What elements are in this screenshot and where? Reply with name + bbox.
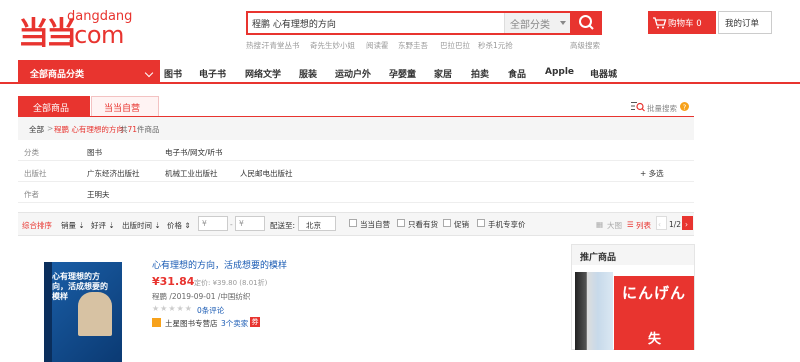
product-meta[interactable]: 程鹏 /2019-09-01 /中国纺织 [152,291,250,302]
hot-search-link[interactable]: 巴拉巴拉 [440,40,470,51]
checkbox-label[interactable]: 只看有货 [408,219,438,230]
batch-search-icon [631,102,645,112]
nav-item-web-literature[interactable]: 网络文学 [245,67,281,80]
cart-icon [653,17,667,29]
nav-item-ebooks[interactable]: 电子书 [199,67,226,80]
ship-to-value[interactable]: 北京 [306,220,321,231]
cart-count: 0 [696,19,702,29]
hot-search-link[interactable]: 秒杀1元抢 [478,40,513,51]
view-list-label[interactable]: 列表 [636,220,651,231]
price-range-dash: - [230,220,233,229]
chevron-down-icon [560,21,566,25]
hot-search-link[interactable]: 阅读霍 [366,40,389,51]
filter-option[interactable]: 图书 [87,147,102,158]
search-input-value[interactable]: 程鹏 心有理想的方向 [252,17,336,30]
filter-label: 分类 [24,148,39,157]
filter-label: 作者 [24,190,39,199]
book-cover-portrait [78,292,112,336]
rating-stars: ★★★★★ [152,304,193,313]
sort-sales[interactable]: 销量 ⇣ [61,220,85,231]
svg-text:?: ? [683,104,687,112]
search-button[interactable] [571,11,602,35]
nav-item-auction[interactable]: 拍卖 [471,67,489,80]
comment-count[interactable]: 0条评论 [197,305,224,316]
nav-item-food[interactable]: 食品 [508,67,526,80]
search-icon [579,15,594,30]
grid-view-icon[interactable]: ▦ [596,220,603,229]
product-original-price: 定价: ¥39.80 (8.01折) [194,279,268,287]
checkbox-mobile-price[interactable] [477,219,485,227]
chevron-right-icon: › [685,220,688,229]
nav-item-clothing[interactable]: 服装 [299,67,317,80]
filter-label: 出版社 [24,169,47,178]
tab-all-products-label[interactable]: 全部商品 [33,101,69,114]
tab-dangdang-self-label[interactable]: 当当自营 [104,101,140,114]
hot-search-label: 热搜: [246,41,264,50]
product-price: ¥31.84 [152,275,195,288]
chevron-left-icon: ‹ [658,220,661,229]
book-spine [44,262,52,362]
filter-option[interactable]: 电子书/网文/听书 [165,147,223,158]
nav-item-baby[interactable]: 孕婴童 [389,67,416,80]
checkbox-label[interactable]: 手机专享价 [488,219,526,230]
promo-book-text: 失 [648,332,662,347]
nav-item-home[interactable]: 家居 [434,67,452,80]
coupon-badge: 券 [250,317,260,327]
view-large-label[interactable]: 大图 [607,220,622,231]
logo-text-big[interactable]: .com [67,21,124,49]
filter-option[interactable]: 机械工业出版社 [165,168,218,179]
promo-title: 推广商品 [580,253,617,263]
sort-publish-date[interactable]: 出版时间 ⇣ [122,220,161,231]
nav-item-books[interactable]: 图书 [164,67,182,80]
price-max-placeholder: ¥ [239,219,244,228]
my-orders-label[interactable]: 我的订单 [725,17,759,29]
ship-to-label: 配送至: [270,221,296,230]
checkbox-label[interactable]: 促销 [454,219,469,230]
result-count: 共71件商品 [120,125,160,134]
checkbox-label[interactable]: 当当自营 [360,219,390,230]
hot-search-link[interactable]: 汗青堂丛书 [262,40,300,51]
breadcrumb-root[interactable]: 全部 [29,124,44,135]
search-category-label[interactable]: 全部分类 [510,16,550,31]
cart-label[interactable]: 购物车 0 [668,17,702,29]
sellers-count[interactable]: 3个卖家 [221,318,248,329]
promo-book-text: にんげん [622,284,687,302]
multi-select-button[interactable]: + 多选 [640,168,664,179]
nav-item-electronics[interactable]: 电器城 [590,67,617,80]
shop-name[interactable]: 土星图书专营店 [165,318,218,329]
filter-row-category [18,141,694,161]
nav-item-apple[interactable]: Apple [545,67,574,77]
sort-price[interactable]: 价格 ⇕ [167,220,191,231]
logo-mark[interactable]: 当当 [18,8,77,53]
list-view-icon[interactable]: ☰ [627,220,634,229]
advanced-search-link[interactable]: 高级搜索 [570,40,600,51]
checkbox-in-stock[interactable] [397,219,405,227]
checkbox-self-operated[interactable] [349,219,357,227]
product-title[interactable]: 心有理想的方向，活成想要的模样 [152,258,287,271]
hot-search-link[interactable]: 东野圭吾 [398,40,428,51]
shop-icon [152,318,161,327]
sort-default[interactable]: 综合排序 [22,220,52,231]
breadcrumb-keyword: 程鹏 心有理想的方向 [54,125,124,134]
all-categories-label[interactable]: 全部商品分类 [30,67,84,80]
sort-rating[interactable]: 好评 ⇣ [91,220,115,231]
help-icon[interactable]: ? [680,102,689,111]
page-indicator: 1/2 [669,220,682,229]
filter-option[interactable]: 王明夫 [87,189,110,200]
price-min-placeholder: ¥ [202,219,207,228]
breadcrumb-separator: > [47,124,54,133]
nav-item-outdoor[interactable]: 运动户外 [335,67,371,80]
filter-row-author [18,183,694,203]
promo-product-image[interactable] [575,272,613,350]
filter-option[interactable]: 广东经济出版社 [87,168,140,179]
checkbox-promotion[interactable] [443,219,451,227]
filter-option[interactable]: 人民邮电出版社 [240,168,293,179]
batch-search-link[interactable]: 批量搜索 [647,103,677,114]
hot-search-link[interactable]: 奇先生妙小姐 [310,40,355,51]
